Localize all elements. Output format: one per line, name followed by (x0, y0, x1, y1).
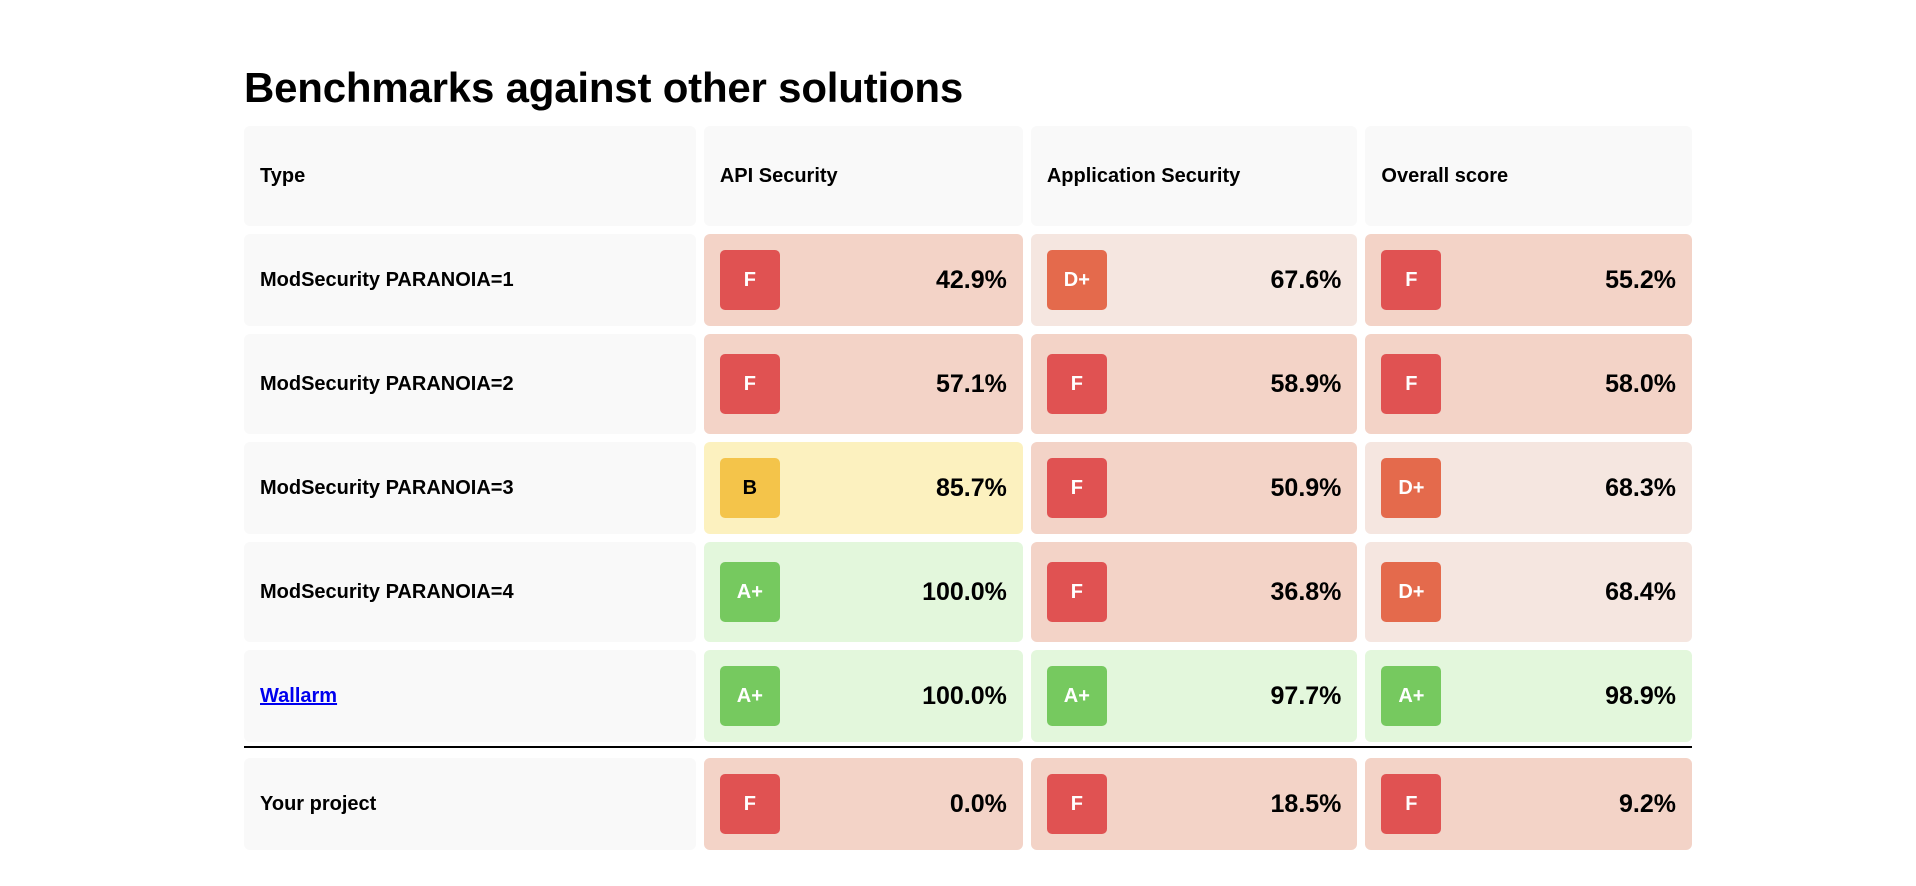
score-percent: 58.0% (1605, 369, 1676, 398)
grade-badge: F (1046, 774, 1107, 834)
grade-badge: A+ (1046, 666, 1107, 726)
score-percent: 18.5% (1270, 789, 1342, 818)
wallarm-link[interactable]: Wallarm (260, 685, 337, 707)
grade-badge: F (1046, 458, 1107, 518)
overall-score-cell: F 55.2% (1365, 234, 1692, 326)
grade-badge: A+ (1381, 666, 1442, 726)
score-percent: 98.9% (1605, 681, 1676, 710)
grade-badge: F (1381, 250, 1442, 310)
score-percent: 68.4% (1605, 577, 1676, 606)
table-header-row: Type API Security Application Security O… (244, 126, 1692, 226)
grade-badge: F (719, 774, 780, 834)
score-percent: 100.0% (922, 577, 1007, 606)
score-percent: 50.9% (1270, 473, 1342, 502)
overall-score-cell: A+ 98.9% (1365, 650, 1692, 742)
page-title: Benchmarks against other solutions (244, 64, 964, 111)
grade-badge: D+ (1381, 458, 1442, 518)
table-row: ModSecurity PARANOIA=1 F 42.9% D+ 67.6% … (244, 234, 1692, 326)
table-row: Wallarm A+ 100.0% A+ 97.7% A+ 98.9% (244, 650, 1692, 742)
grade-badge: B (719, 458, 780, 518)
table-row: ModSecurity PARANOIA=4 A+ 100.0% F 36.8%… (244, 542, 1692, 642)
table-row: ModSecurity PARANOIA=3 B 85.7% F 50.9% D… (244, 442, 1692, 534)
row-type-label: ModSecurity PARANOIA=2 (244, 334, 696, 434)
application-security-cell: A+ 97.7% (1030, 650, 1358, 742)
application-security-cell: F 36.8% (1030, 542, 1358, 642)
application-security-cell: F 50.9% (1030, 442, 1358, 534)
row-type-label: ModSecurity PARANOIA=3 (244, 442, 696, 534)
overall-score-cell: F 58.0% (1365, 334, 1692, 434)
api-security-cell: F 42.9% (703, 234, 1023, 326)
score-percent: 100.0% (922, 681, 1007, 710)
table-row-your-project: Your project F 0.0% F 18.5% F 9.2% (244, 758, 1692, 850)
score-percent: 85.7% (935, 473, 1007, 502)
application-security-cell: F 18.5% (1030, 758, 1358, 850)
grade-badge: A+ (719, 562, 780, 622)
column-header-api-security: API Security (703, 126, 1023, 226)
score-percent: 58.9% (1270, 369, 1342, 398)
score-percent: 67.6% (1270, 265, 1342, 294)
grade-badge: F (1046, 354, 1107, 414)
score-percent: 97.7% (1270, 681, 1342, 710)
grade-badge: F (719, 354, 780, 414)
column-header-type: Type (244, 126, 696, 226)
score-percent: 55.2% (1605, 265, 1676, 294)
column-header-application-security: Application Security (1030, 126, 1358, 226)
application-security-cell: D+ 67.6% (1030, 234, 1358, 326)
score-percent: 68.3% (1605, 473, 1676, 502)
benchmarks-section: Benchmarks against other solutions Type … (244, 62, 1692, 858)
application-security-cell: F 58.9% (1030, 334, 1358, 434)
overall-score-cell: D+ 68.4% (1365, 542, 1692, 642)
score-percent: 36.8% (1270, 577, 1342, 606)
score-percent: 57.1% (935, 369, 1007, 398)
score-percent: 9.2% (1619, 789, 1676, 818)
api-security-cell: A+ 100.0% (703, 650, 1023, 742)
api-security-cell: F 0.0% (703, 758, 1023, 850)
grade-badge: F (1046, 562, 1107, 622)
overall-score-cell: F 9.2% (1365, 758, 1692, 850)
row-type-label: ModSecurity PARANOIA=1 (244, 234, 696, 326)
row-type-label: Wallarm (244, 650, 696, 742)
api-security-cell: A+ 100.0% (703, 542, 1023, 642)
grade-badge: D+ (1046, 250, 1107, 310)
grade-badge: F (719, 250, 780, 310)
score-percent: 0.0% (949, 789, 1007, 818)
score-percent: 42.9% (935, 265, 1007, 294)
benchmark-table: Type API Security Application Security O… (236, 118, 1700, 858)
row-type-label: Your project (244, 758, 696, 850)
api-security-cell: B 85.7% (703, 442, 1023, 534)
grade-badge: D+ (1381, 562, 1442, 622)
overall-score-cell: D+ 68.3% (1365, 442, 1692, 534)
table-row: ModSecurity PARANOIA=2 F 57.1% F 58.9% F… (244, 334, 1692, 434)
row-type-label: ModSecurity PARANOIA=4 (244, 542, 696, 642)
grade-badge: A+ (719, 666, 780, 726)
divider (244, 746, 1692, 748)
grade-badge: F (1381, 774, 1442, 834)
api-security-cell: F 57.1% (703, 334, 1023, 434)
column-header-overall-score: Overall score (1365, 126, 1692, 226)
grade-badge: F (1381, 354, 1442, 414)
